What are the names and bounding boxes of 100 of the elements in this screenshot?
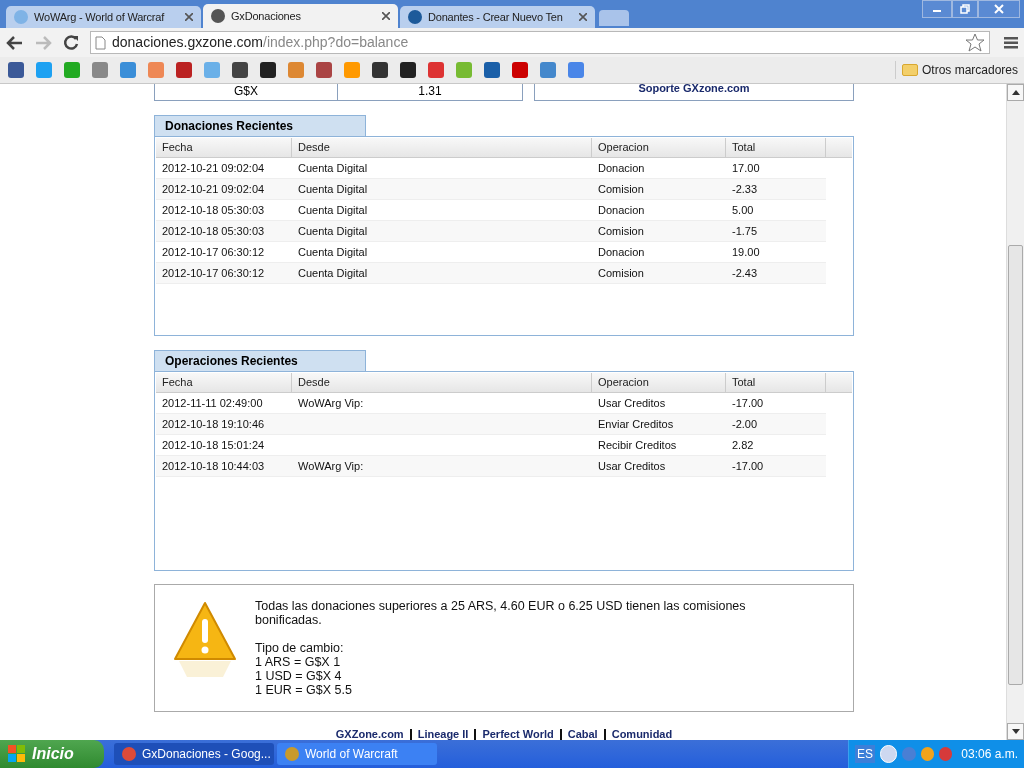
table-cell-text: Enviar Creditos <box>597 416 675 432</box>
bookmark-icon[interactable] <box>232 62 248 78</box>
taskbar-button[interactable]: World of Warcraft <box>277 743 437 765</box>
table-cell-text: Comision <box>597 181 645 197</box>
folder-icon <box>901 64 918 76</box>
column-header: Desde <box>292 373 592 392</box>
table-cell-text: -1.75 <box>731 223 759 239</box>
rates-title: Tipo de cambio: <box>255 641 345 655</box>
bookmark-icon[interactable] <box>36 62 52 78</box>
table-cell-text: 19.00 <box>731 244 761 260</box>
column-header: Fecha <box>156 373 292 392</box>
address-bar[interactable]: donaciones.gxzone.com/index.php?do=balance <box>90 31 990 54</box>
footer-link[interactable]: Lineage II <box>417 726 469 740</box>
column-header: Operacion <box>592 138 726 157</box>
bookmark-icon[interactable] <box>120 62 136 78</box>
bookmark-icon[interactable] <box>316 62 332 78</box>
table-cell-text: Cuenta Digital <box>297 181 369 197</box>
table-cell: 1.31 <box>338 84 523 101</box>
bookmark-icon[interactable] <box>204 62 220 78</box>
bookmark-icon[interactable] <box>400 62 416 78</box>
close-icon[interactable] <box>579 13 587 21</box>
exchange-rate: 1 EUR = G$X 5.5 <box>255 683 353 697</box>
table-cell-text: Recibir Creditos <box>597 437 678 453</box>
table-cell-text: 2.82 <box>731 437 755 453</box>
close-button[interactable] <box>978 0 1020 18</box>
bookmark-icon[interactable] <box>64 62 80 78</box>
restore-button[interactable] <box>952 0 978 18</box>
scroll-down-icon[interactable] <box>1011 729 1020 734</box>
section-title: Operaciones Recientes <box>154 350 366 371</box>
scroll-up-icon[interactable] <box>1011 90 1020 95</box>
language-indicator[interactable]: ES <box>855 745 875 763</box>
table-cell-text: -17.00 <box>731 395 765 411</box>
table-cell-text: Comision <box>597 265 645 281</box>
start-button[interactable]: Inicio <box>0 740 104 768</box>
notice-text: Todas las donaciones superiores a 25 ARS, 4.60 EUR o 6.25 USD tienen las comisiones bonificadas. <box>255 599 747 627</box>
tray-icon[interactable] <box>920 747 934 761</box>
bookmark-icon[interactable] <box>176 62 192 78</box>
table-cell: G$X <box>154 84 338 101</box>
table-cell-text: 2012-10-18 19:10:46 <box>161 416 266 432</box>
bookmark-icon[interactable] <box>456 62 472 78</box>
favicon-icon <box>14 10 28 24</box>
section-title: Donaciones Recientes <box>154 115 366 136</box>
close-icon[interactable] <box>382 12 390 20</box>
column-header: Operacion <box>592 373 726 392</box>
bookmark-icon[interactable] <box>568 62 584 78</box>
table-cell-text: -2.33 <box>731 181 759 197</box>
close-icon[interactable] <box>185 13 193 21</box>
close-icon <box>994 4 1004 14</box>
bookmark-icon[interactable] <box>92 62 108 78</box>
footer-link[interactable]: Comunidad <box>611 726 673 740</box>
browser-tab[interactable]: GxDonaciones <box>203 4 398 28</box>
table-cell-text: Donacion <box>597 160 646 176</box>
scrollbar[interactable] <box>1006 84 1024 740</box>
table-cell-text: 2012-10-21 09:02:04 <box>161 160 266 176</box>
table-cell-text: Usar Creditos <box>597 458 667 474</box>
table-cell-text: 2012-10-18 10:44:03 <box>161 458 266 474</box>
footer-link[interactable]: Cabal <box>567 726 598 740</box>
bookmark-icon[interactable] <box>512 62 528 78</box>
menu-icon[interactable] <box>1004 36 1018 49</box>
bookmark-folder[interactable]: Otros marcadores <box>921 61 1018 79</box>
bookmark-icon[interactable] <box>372 62 388 78</box>
table-cell-text: 2012-11-11 02:49:00 <box>161 395 264 411</box>
table-cell-text: -2.00 <box>731 416 759 432</box>
reload-icon[interactable] <box>62 33 80 52</box>
browser-tab[interactable]: WoWArg - World of Warcraf <box>6 6 201 28</box>
table-cell-text: 5.00 <box>731 202 755 218</box>
favicon-icon <box>408 10 422 24</box>
column-header: Total <box>726 373 826 392</box>
bookmark-icon[interactable] <box>484 62 500 78</box>
forward-icon[interactable] <box>34 34 52 51</box>
bookmark-icon[interactable] <box>260 62 276 78</box>
table-cell-text: WoWArg Vip: <box>297 458 365 474</box>
taskbar-button[interactable]: GxDonaciones - Goog... <box>114 743 274 765</box>
bookmark-icon[interactable] <box>428 62 444 78</box>
tray-icon[interactable] <box>938 747 953 761</box>
warning-icon <box>173 599 237 679</box>
column-header: Total <box>726 138 826 157</box>
page-icon <box>95 35 106 50</box>
footer-link[interactable]: Perfect World <box>482 726 554 740</box>
bookmark-icon[interactable] <box>540 62 556 78</box>
bookmark-icon[interactable] <box>148 62 164 78</box>
table-cell-text: Cuenta Digital <box>297 223 369 239</box>
table-cell-text: -2.43 <box>731 265 759 281</box>
table-cell-text: Cuenta Digital <box>297 265 369 281</box>
bookmark-icon[interactable] <box>8 62 24 78</box>
browser-tab[interactable]: Donantes - Crear Nuevo Ten <box>400 6 595 28</box>
back-icon[interactable] <box>6 34 24 51</box>
new-tab-button[interactable] <box>599 10 629 26</box>
star-icon[interactable] <box>965 33 985 52</box>
app-icon <box>285 747 299 761</box>
footer-link[interactable]: GXZone.com <box>335 726 404 740</box>
tray-icon[interactable] <box>902 747 916 761</box>
windows-logo-icon <box>8 745 26 763</box>
table-cell-text: 2012-10-18 15:01:24 <box>161 437 266 453</box>
bookmark-icon[interactable] <box>288 62 304 78</box>
minimize-button[interactable] <box>922 0 952 18</box>
table-cell-text: 2012-10-21 09:02:04 <box>161 181 266 197</box>
table-cell-text: Donacion <box>597 202 646 218</box>
table-cell-text: Cuenta Digital <box>297 244 369 260</box>
column-header: Desde <box>292 138 592 157</box>
